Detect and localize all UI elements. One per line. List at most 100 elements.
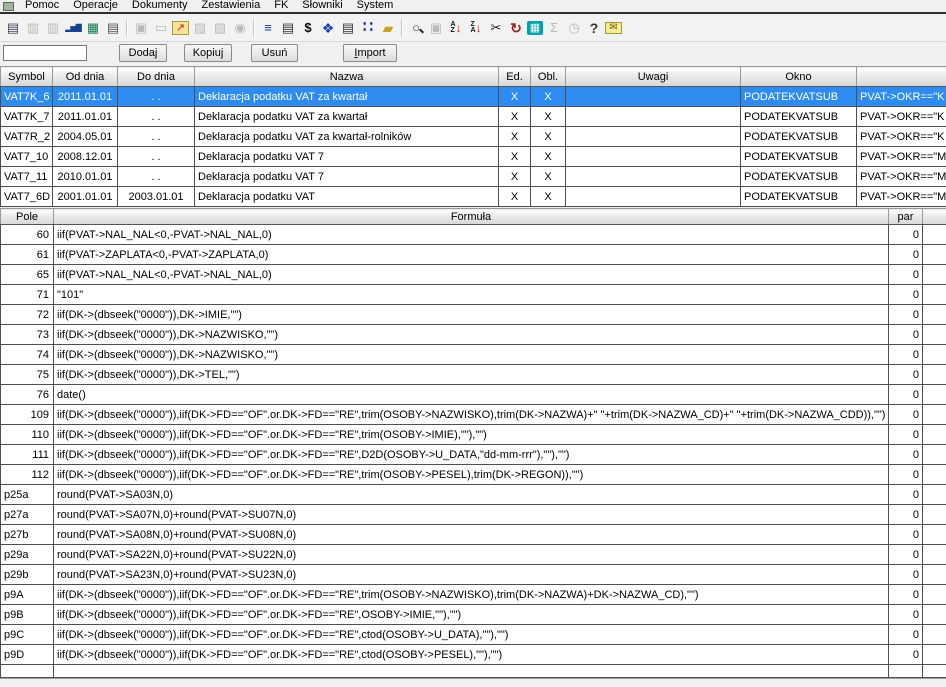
copy-alt-icon: ▣ — [427, 19, 445, 37]
menu-operacje[interactable]: Operacje — [66, 0, 125, 12]
cell-extra — [923, 305, 946, 325]
document-icon[interactable]: ▤ — [104, 19, 122, 37]
delete-button[interactable]: Usuń — [251, 44, 298, 62]
formula-row[interactable]: 73iif(DK->(dbseek("0000")),DK->NAZWISKO,… — [1, 325, 946, 345]
menu-pomoc[interactable]: Pomoc — [18, 0, 66, 12]
formula-row[interactable]: p9Biif(DK->(dbseek("0000")),iif(DK->FD==… — [1, 605, 946, 625]
formula-row[interactable]: 65iif(PVAT->NAL_NAL<0,-PVAT->NAL_NAL,0)0 — [1, 265, 946, 285]
formula-row[interactable]: 74iif(DK->(dbseek("0000")),DK->NAZWISKO,… — [1, 345, 946, 365]
cell-pole — [1, 665, 54, 678]
menu-slowniki[interactable]: Słowniki — [295, 0, 349, 12]
cell-formula: iif(PVAT->NAL_NAL<0,-PVAT->NAL_NAL,0) — [54, 265, 889, 285]
formula-row[interactable]: 61iif(PVAT->ZAPLATA<0,-PVAT->ZAPLATA,0)0 — [1, 245, 946, 265]
formulas-header-row: Pole Formuła par — [1, 209, 946, 225]
chart-icon[interactable]: ▂▅▇ — [64, 19, 82, 37]
formula-row[interactable]: 76date()0 — [1, 385, 946, 405]
cell-ed: X — [499, 167, 531, 187]
cell-formula: round(PVAT->SA03N,0) — [54, 485, 889, 505]
toolbar-separator — [401, 19, 403, 37]
notes-icon[interactable]: ▤ — [339, 19, 357, 37]
table-row-selected[interactable]: VAT7K_6 2011.01.01 . . Deklaracja podatk… — [1, 87, 946, 107]
report-icon[interactable]: ▤ — [279, 19, 297, 37]
folder-open-icon: ▭ — [152, 19, 170, 37]
transfer-icon[interactable]: ❖ — [319, 19, 337, 37]
formula-row[interactable]: p29around(PVAT->SA22N,0)+round(PVAT->SU2… — [1, 545, 946, 565]
menu-fk[interactable]: FK — [267, 0, 295, 12]
cell-pole: p29b — [1, 565, 54, 585]
menu-zestawienia[interactable]: Zestawienia — [195, 0, 268, 12]
menu-bar: Pomoc Operacje Dokumenty Zestawienia FK … — [0, 0, 946, 12]
list-icon[interactable]: ≡ — [259, 19, 277, 37]
menu-dokumenty[interactable]: Dokumenty — [125, 0, 195, 12]
table-row[interactable]: VAT7_11 2010.01.01 . . Deklaracja podatk… — [1, 167, 946, 187]
menu-system[interactable]: System — [350, 0, 401, 12]
search-icon[interactable]: ○ — [407, 19, 425, 37]
table-row[interactable]: VAT7R_2 2004.05.01 . . Deklaracja podatk… — [1, 127, 946, 147]
copy-button-label: Kopiuj — [185, 45, 231, 61]
cell-pole: 60 — [1, 225, 54, 245]
cell-warunek: PVAT->OKR=="K — [857, 127, 946, 147]
currency-icon[interactable]: $ — [299, 19, 317, 37]
calculator-icon[interactable]: ▦ — [527, 21, 543, 35]
camera-icon: ◉ — [231, 19, 249, 37]
formula-row-empty[interactable] — [1, 665, 946, 678]
cell-pole: 110 — [1, 425, 54, 445]
cell-par: 0 — [889, 565, 923, 585]
spreadsheet-icon[interactable]: ▦ — [84, 19, 102, 37]
table-row[interactable]: VAT7K_7 2011.01.01 . . Deklaracja podatk… — [1, 107, 946, 127]
mail-icon[interactable]: ✉ — [605, 22, 622, 34]
formula-row[interactable]: 109iif(DK->(dbseek("0000")),iif(DK->FD==… — [1, 405, 946, 425]
grid-icon[interactable]: ∷ — [359, 19, 377, 37]
cell-ed: X — [499, 187, 531, 207]
cell-formula: date() — [54, 385, 889, 405]
cell-pole: p29a — [1, 545, 54, 565]
refresh-icon[interactable]: ↻ — [507, 19, 525, 37]
cell-extra — [923, 525, 946, 545]
help-icon[interactable]: ? — [585, 19, 603, 37]
cell-formula: iif(DK->(dbseek("0000")),iif(DK->FD=="OF… — [54, 645, 889, 665]
folder-import-icon[interactable]: ↗ — [172, 21, 189, 35]
formula-row[interactable]: 72iif(DK->(dbseek("0000")),DK->IMIE,"")0 — [1, 305, 946, 325]
col-okno: Okno — [741, 67, 857, 87]
filter-input[interactable] — [3, 45, 87, 61]
import-button[interactable]: Import — [343, 44, 397, 62]
formula-row[interactable]: p27bround(PVAT->SA08N,0)+round(PVAT->SU0… — [1, 525, 946, 545]
toolbar-separator — [253, 19, 255, 37]
table-row[interactable]: VAT7_6D 2001.01.01 2003.01.01 Deklaracja… — [1, 187, 946, 207]
cell-formula: iif(DK->(dbseek("0000")),iif(DK->FD=="OF… — [54, 605, 889, 625]
sort-asc-icon[interactable]: AZ ↓ — [447, 19, 465, 37]
formula-row[interactable]: p25around(PVAT->SA03N,0)0 — [1, 485, 946, 505]
wallet-icon[interactable]: ▰ — [379, 19, 397, 37]
cell-obl: X — [531, 127, 566, 147]
cell-par: 0 — [889, 345, 923, 365]
formula-row[interactable]: 71"101"0 — [1, 285, 946, 305]
cell-uwagi — [566, 107, 741, 127]
formula-row[interactable]: 110iif(DK->(dbseek("0000")),iif(DK->FD==… — [1, 425, 946, 445]
cell-par: 0 — [889, 405, 923, 425]
formula-row[interactable]: p9Ciif(DK->(dbseek("0000")),iif(DK->FD==… — [1, 625, 946, 645]
formula-row[interactable]: 75iif(DK->(dbseek("0000")),DK->TEL,"")0 — [1, 365, 946, 385]
print-icon[interactable]: ▤ — [4, 19, 22, 37]
formula-row[interactable]: 60iif(PVAT->NAL_NAL<0,-PVAT->NAL_NAL,0)0 — [1, 225, 946, 245]
formula-row[interactable]: p9Aiif(DK->(dbseek("0000")),iif(DK->FD==… — [1, 585, 946, 605]
cell-par: 0 — [889, 585, 923, 605]
cell-od: 2011.01.01 — [53, 107, 118, 127]
formula-row[interactable]: 112iif(DK->(dbseek("0000")),iif(DK->FD==… — [1, 465, 946, 485]
table-row[interactable]: VAT7_10 2008.12.01 . . Deklaracja podatk… — [1, 147, 946, 167]
copy-button[interactable]: Kopiuj — [184, 44, 232, 62]
cell-uwagi — [566, 187, 741, 207]
cell-extra — [923, 445, 946, 465]
formula-row[interactable]: p9Diif(DK->(dbseek("0000")),iif(DK->FD==… — [1, 645, 946, 665]
cell-do: . . — [118, 107, 195, 127]
add-button[interactable]: Dodaj — [119, 44, 167, 62]
cell-formula — [54, 665, 889, 678]
sort-desc-icon[interactable]: ZA ↓ — [467, 19, 485, 37]
col-nazwa: Nazwa — [195, 67, 499, 87]
formula-row[interactable]: 111iif(DK->(dbseek("0000")),iif(DK->FD==… — [1, 445, 946, 465]
cut-icon[interactable]: ✂ — [487, 19, 505, 37]
cell-extra — [923, 345, 946, 365]
formula-row[interactable]: p29bround(PVAT->SA23N,0)+round(PVAT->SU2… — [1, 565, 946, 585]
cell-do: . . — [118, 127, 195, 147]
formula-row[interactable]: p27around(PVAT->SA07N,0)+round(PVAT->SU0… — [1, 505, 946, 525]
cell-uwagi — [566, 167, 741, 187]
